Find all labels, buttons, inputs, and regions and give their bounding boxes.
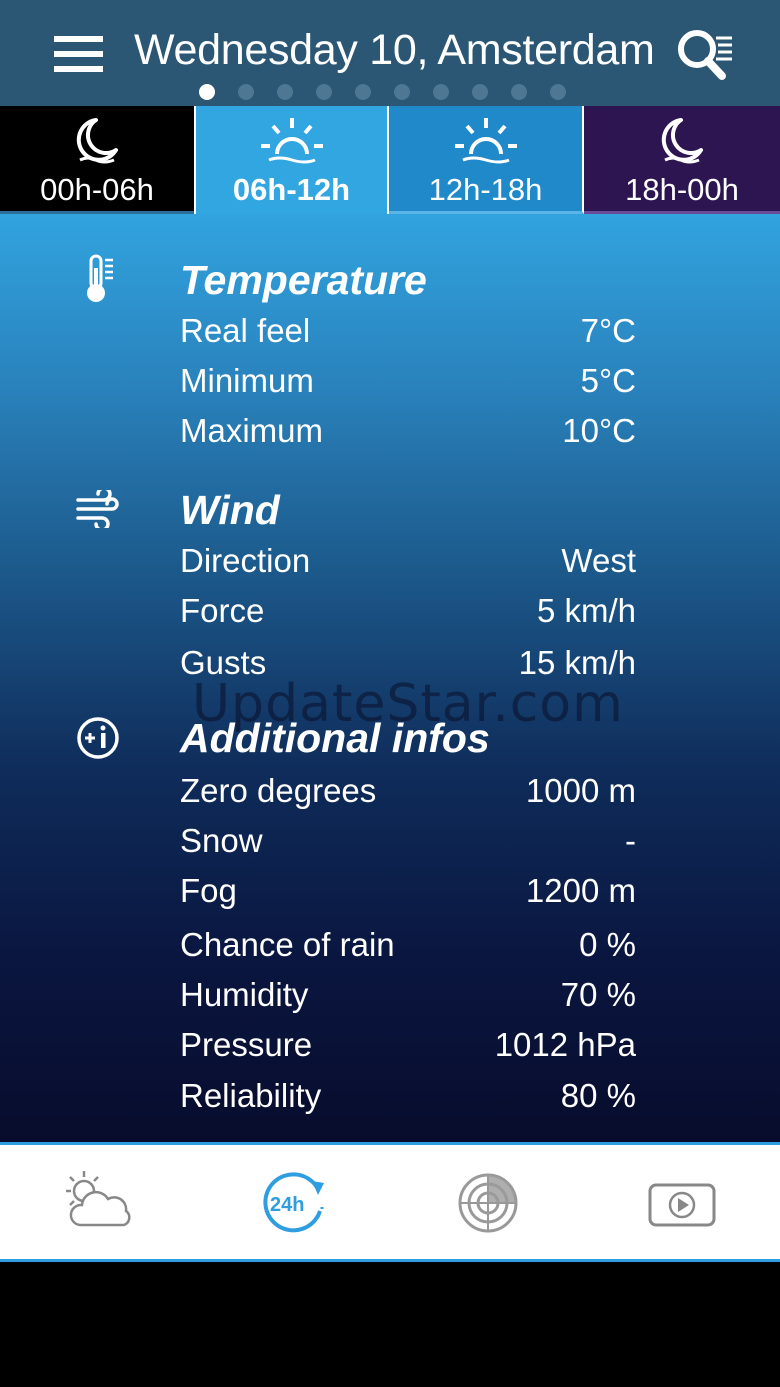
hamburger-menu-icon[interactable]: [54, 36, 104, 74]
list-item: Maximum 10°C: [180, 409, 636, 453]
page-dot[interactable]: [511, 84, 527, 100]
page-dot[interactable]: [199, 84, 215, 100]
sunrise-icon: [260, 118, 323, 164]
row-value: 1200 m: [525, 872, 636, 909]
radar-button[interactable]: [448, 1167, 528, 1237]
wind-icon: [76, 486, 120, 533]
row-value: 1012 hPa: [494, 1026, 636, 1063]
search-icon[interactable]: [676, 28, 734, 82]
list-item: Reliability 80 %: [180, 1074, 636, 1118]
row-label: Pressure: [180, 1026, 313, 1063]
thermometer-icon: [84, 254, 116, 309]
row-value: 70 %: [560, 976, 636, 1013]
row-label: Force: [180, 592, 265, 629]
partly-cloudy-icon: [66, 1171, 131, 1227]
list-item: Real feel 7°C: [180, 309, 636, 353]
row-label: Real feel: [180, 312, 311, 349]
system-bar-area: [0, 1262, 780, 1387]
wind-title: Wind: [180, 487, 280, 533]
row-label: Direction: [180, 542, 311, 579]
page-dot[interactable]: [238, 84, 254, 100]
list-item: Snow -: [180, 819, 636, 863]
row-value: 0 %: [579, 926, 636, 963]
page-title: Wednesday 10, Amsterdam: [134, 26, 655, 74]
row-value: 10°C: [562, 412, 636, 449]
video-button[interactable]: [642, 1167, 722, 1237]
row-value: 7°C: [580, 312, 636, 349]
24h-forecast-icon: 24h: [263, 1172, 324, 1233]
list-item: Humidity 70 %: [180, 973, 636, 1017]
row-value: 80 %: [560, 1077, 636, 1114]
tab-00h-06h[interactable]: 00h-06h: [0, 106, 194, 214]
page-dot[interactable]: [550, 84, 566, 100]
row-label: Maximum: [180, 412, 324, 449]
tab-label: 18h-00h: [625, 172, 739, 207]
tab-06h-12h[interactable]: 06h-12h: [194, 106, 389, 214]
list-item: Minimum 5°C: [180, 359, 636, 403]
page-dot[interactable]: [355, 84, 371, 100]
time-range-tabs: 00h-06h 06h-12h 12h-18h 18h-00h: [0, 106, 780, 214]
page-dot[interactable]: [316, 84, 332, 100]
tab-label: 06h-12h: [232, 172, 351, 207]
temperature-title: Temperature: [180, 257, 427, 303]
bottom-navigation: 24h: [0, 1142, 780, 1262]
forecast-details[interactable]: Temperature Real feel 7°C Minimum 5°C Ma…: [0, 214, 780, 1142]
row-label: Reliability: [180, 1077, 322, 1114]
info-plus-icon: [76, 716, 120, 765]
list-item: Chance of rain 0 %: [180, 923, 636, 967]
row-label: Minimum: [180, 362, 314, 399]
row-label: Fog: [180, 872, 237, 909]
list-item: Zero degrees 1000 m: [180, 769, 636, 813]
tab-18h-00h[interactable]: 18h-00h: [584, 106, 780, 214]
list-item: Pressure 1012 hPa: [180, 1023, 636, 1067]
page-dot[interactable]: [472, 84, 488, 100]
radar-icon: [458, 1173, 518, 1233]
svg-text:24h: 24h: [270, 1194, 304, 1216]
list-item: Direction West: [180, 539, 636, 583]
weather-overview-button[interactable]: [58, 1167, 138, 1237]
row-label: Humidity: [180, 976, 309, 1013]
moon-icon: [661, 118, 703, 164]
tab-label: 12h-18h: [428, 172, 543, 207]
row-value: -: [625, 822, 636, 859]
list-item: Force 5 km/h: [180, 589, 636, 633]
row-value: 1000 m: [525, 772, 636, 809]
tab-label: 00h-06h: [40, 172, 154, 207]
row-value: 5 km/h: [536, 592, 636, 629]
page-dot[interactable]: [433, 84, 449, 100]
row-label: Snow: [180, 822, 263, 859]
row-value: West: [561, 542, 636, 579]
list-item: Fog 1200 m: [180, 869, 636, 913]
row-value: 5°C: [580, 362, 636, 399]
row-label: Chance of rain: [180, 926, 395, 963]
tab-12h-18h[interactable]: 12h-18h: [389, 106, 584, 214]
page-dot[interactable]: [394, 84, 410, 100]
moon-icon: [76, 118, 118, 164]
24h-forecast-button[interactable]: 24h: [256, 1167, 336, 1237]
sunrise-icon: [454, 118, 517, 164]
app-header: Wednesday 10, Amsterdam: [0, 0, 780, 106]
row-label: Zero degrees: [180, 772, 377, 809]
watermark: UpdateStar.com: [192, 674, 624, 734]
video-play-icon: [648, 1183, 716, 1227]
page-dot[interactable]: [277, 84, 293, 100]
